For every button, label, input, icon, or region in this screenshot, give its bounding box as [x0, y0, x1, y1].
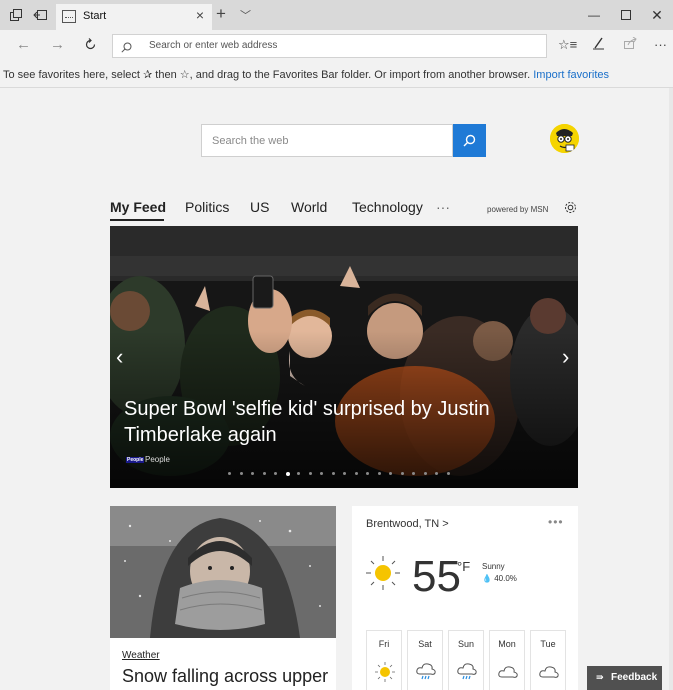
- tab-title: Start: [83, 10, 107, 22]
- tab-start[interactable]: Start ×: [56, 4, 212, 30]
- tab-manager-icon[interactable]: [8, 7, 24, 23]
- tab-world[interactable]: World: [291, 199, 327, 215]
- carousel-dot[interactable]: [331, 472, 335, 475]
- raindrop-icon: 💧: [482, 574, 492, 583]
- carousel-dot[interactable]: [251, 472, 254, 475]
- tab-my-feed[interactable]: My Feed: [110, 199, 166, 215]
- carousel-dot[interactable]: [308, 472, 312, 475]
- tab-us[interactable]: US: [250, 199, 269, 215]
- news-card[interactable]: Weather Snow falling across upper: [110, 506, 336, 690]
- forward-icon[interactable]: →: [50, 36, 65, 53]
- current-temperature: 55: [412, 552, 461, 601]
- weather-card[interactable]: Brentwood, TN > ••• 55 °F Sunny 💧 40.0% …: [352, 506, 578, 690]
- favorites-bar-hint: To see favorites here, select ✰ then ☆, …: [0, 62, 673, 88]
- close-window-icon[interactable]: ✕: [641, 0, 673, 30]
- source-name: People: [145, 455, 170, 464]
- carousel-dot[interactable]: [354, 472, 358, 475]
- address-bar[interactable]: Search or enter web address: [112, 34, 547, 58]
- carousel-dot[interactable]: [297, 472, 300, 475]
- news-photo: [110, 506, 336, 638]
- carousel-dot[interactable]: [285, 471, 290, 476]
- back-icon[interactable]: ←: [16, 36, 31, 53]
- carousel-dot[interactable]: [400, 472, 404, 475]
- search-icon: [463, 134, 476, 147]
- news-category-link[interactable]: Weather: [122, 650, 160, 661]
- refresh-icon[interactable]: [84, 36, 97, 55]
- web-search-input[interactable]: Search the web: [201, 124, 453, 157]
- hero-carousel[interactable]: ‹ › Super Bowl 'selfie kid' surprised by…: [110, 226, 578, 488]
- tab-politics[interactable]: Politics: [185, 199, 229, 215]
- search-button[interactable]: [453, 124, 486, 157]
- address-placeholder: Search or enter web address: [149, 40, 278, 51]
- feedback-label: Feedback: [611, 672, 658, 683]
- carousel-dot[interactable]: [320, 472, 323, 475]
- forecast-day-label: Tue: [540, 639, 556, 649]
- set-tabs-aside-icon[interactable]: [32, 7, 48, 23]
- feedback-icon: ⇛: [596, 672, 604, 682]
- carousel-dot[interactable]: [446, 472, 450, 475]
- carousel-dot[interactable]: [239, 472, 243, 475]
- carousel-dot[interactable]: [343, 472, 346, 475]
- forecast-day[interactable]: Fri: [366, 630, 402, 690]
- carousel-dot[interactable]: [262, 472, 266, 475]
- forecast-day-label: Sat: [418, 639, 432, 649]
- start-page-icon: [62, 10, 76, 23]
- next-slide-icon[interactable]: ›: [562, 344, 569, 370]
- carousel-dot[interactable]: [228, 472, 231, 475]
- source-logo: People: [126, 457, 145, 463]
- nav-bar: ← → Search or enter web address ☆≡ ···: [0, 30, 673, 62]
- carousel-dot[interactable]: [389, 472, 392, 475]
- hero-headline[interactable]: Super Bowl 'selfie kid' surprised by Jus…: [124, 396, 544, 448]
- pen-icon[interactable]: [592, 37, 605, 53]
- tab-technology[interactable]: Technology: [352, 199, 423, 215]
- sun-icon: [374, 661, 396, 688]
- rain-icon: [415, 661, 437, 688]
- forecast-day[interactable]: Mon: [489, 630, 525, 690]
- sun-icon: [364, 554, 402, 597]
- minimize-icon[interactable]: —: [578, 0, 610, 30]
- more-tabs-button[interactable]: ···: [436, 199, 450, 215]
- forecast-day[interactable]: Sun: [448, 630, 484, 690]
- carousel-dot[interactable]: [435, 472, 438, 475]
- feedback-button[interactable]: ⇛ Feedback: [587, 666, 662, 690]
- favorites-hint-text: To see favorites here, select ✰ then ☆, …: [3, 69, 531, 81]
- new-tab-icon[interactable]: +: [216, 4, 226, 24]
- avatar[interactable]: [550, 124, 579, 153]
- search-icon: [121, 40, 132, 58]
- web-search-placeholder: Search the web: [212, 135, 289, 147]
- more-options-icon[interactable]: •••: [548, 515, 564, 529]
- precipitation-value: 40.0%: [494, 574, 517, 583]
- weather-location-link[interactable]: Brentwood, TN >: [366, 518, 449, 530]
- cloud-icon: [538, 661, 560, 688]
- forecast-day-label: Mon: [498, 639, 516, 649]
- favorites-icon[interactable]: ☆≡: [558, 37, 577, 53]
- carousel-dot[interactable]: [412, 472, 415, 475]
- news-title[interactable]: Snow falling across upper: [122, 666, 328, 687]
- forecast-day-label: Fri: [378, 639, 390, 649]
- powered-by-label: powered by MSN: [487, 205, 549, 214]
- cloud-icon: [497, 661, 519, 688]
- maximize-icon[interactable]: [610, 0, 642, 30]
- previous-slide-icon[interactable]: ‹: [116, 344, 123, 370]
- forecast-day[interactable]: Tue: [530, 630, 566, 690]
- temperature-unit: °F: [457, 559, 471, 574]
- carousel-dot[interactable]: [274, 472, 277, 475]
- active-tab-underline: [110, 219, 164, 221]
- weather-condition: Sunny: [482, 562, 505, 571]
- scrollbar[interactable]: [669, 88, 673, 690]
- title-bar: Start × + ﹀ — ✕: [0, 0, 673, 30]
- chevron-down-icon[interactable]: ﹀: [240, 7, 251, 23]
- forecast-day-label: Sun: [457, 639, 474, 649]
- forecast-day[interactable]: Sat: [407, 630, 443, 690]
- gear-icon[interactable]: [563, 200, 578, 220]
- share-icon[interactable]: [624, 36, 637, 52]
- carousel-dot[interactable]: [423, 472, 427, 475]
- carousel-dot[interactable]: [366, 472, 369, 475]
- import-favorites-link[interactable]: Import favorites: [533, 69, 609, 81]
- carousel-dot[interactable]: [377, 472, 381, 475]
- more-icon[interactable]: ···: [654, 37, 667, 52]
- close-tab-icon[interactable]: ×: [196, 7, 204, 23]
- rain-icon: [456, 661, 478, 688]
